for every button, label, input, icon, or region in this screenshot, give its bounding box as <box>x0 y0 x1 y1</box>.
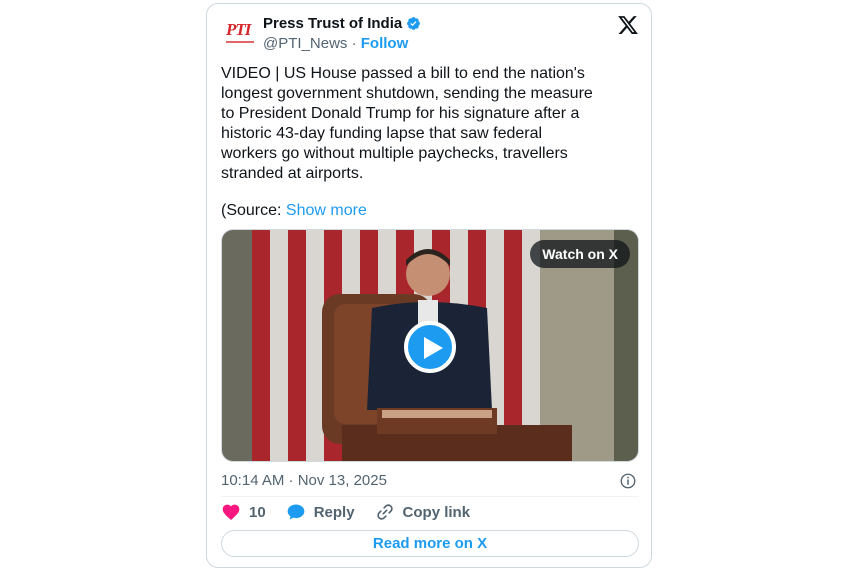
video-thumbnail[interactable]: Watch on X <box>221 229 639 462</box>
tweet-card: PTI Press Trust of India @PTI_News · Fol… <box>206 3 652 568</box>
author-name-row[interactable]: Press Trust of India <box>263 15 421 32</box>
action-divider <box>221 496 639 497</box>
tweet-text: VIDEO | US House passed a bill to end th… <box>221 65 593 182</box>
play-icon <box>424 337 443 359</box>
link-icon <box>376 504 393 520</box>
author-avatar[interactable]: PTI <box>223 17 257 51</box>
author-handle[interactable]: @PTI_News <box>263 35 347 52</box>
tweet-actions: 10 Reply Copy link <box>221 502 490 522</box>
follow-button[interactable]: Follow <box>361 35 409 52</box>
copy-link-label: Copy link <box>402 503 471 521</box>
copy-link-button[interactable]: Copy link <box>375 502 471 522</box>
info-icon[interactable] <box>619 472 637 490</box>
pti-logo-icon: PTI <box>226 20 251 39</box>
watch-on-x-button[interactable]: Watch on X <box>530 240 630 268</box>
like-count: 10 <box>249 503 266 521</box>
x-logo-icon[interactable] <box>617 14 639 36</box>
source-prefix: (Source: <box>221 202 286 219</box>
reply-button[interactable]: Reply <box>286 502 355 522</box>
reply-bubble-icon <box>287 504 305 520</box>
tweet-header: PTI Press Trust of India @PTI_News · Fol… <box>207 4 651 56</box>
verified-badge-icon <box>407 17 421 30</box>
show-more-link[interactable]: Show more <box>286 202 367 219</box>
play-button[interactable] <box>404 321 456 373</box>
author-name[interactable]: Press Trust of India <box>263 15 402 32</box>
reply-label: Reply <box>313 503 355 521</box>
source-row: (Source: Show more <box>221 201 367 221</box>
author-handle-row: @PTI_News · Follow <box>263 35 408 52</box>
logo-underline <box>226 41 254 43</box>
like-button[interactable]: 10 <box>221 502 266 522</box>
handle-separator: · <box>351 35 357 52</box>
tweet-timestamp[interactable]: 10:14 AM · Nov 13, 2025 <box>221 472 387 489</box>
read-more-button[interactable]: Read more on X <box>221 530 639 557</box>
heart-icon <box>222 504 240 520</box>
